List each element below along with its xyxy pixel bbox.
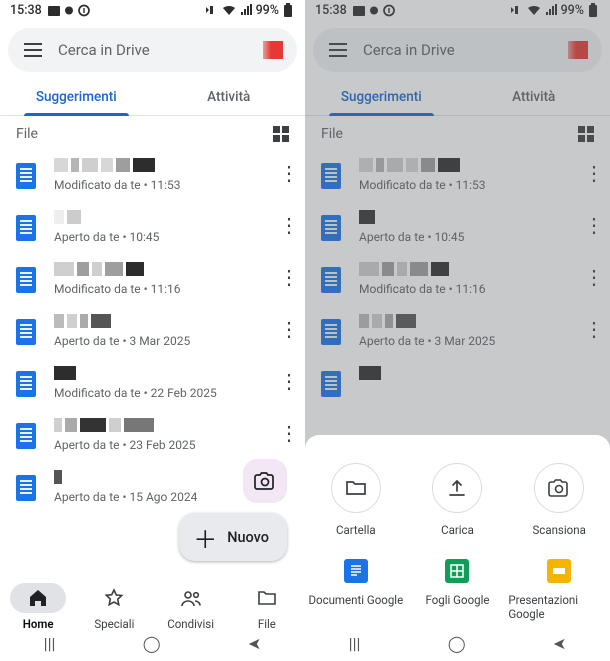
list-item[interactable]: Aperto da te • 23 Feb 2025 ⋮ [0,410,305,462]
gear-icon [63,4,75,17]
plus-icon: ＋ [193,520,217,555]
list-item[interactable]: Modificato da te • 11:16 ⋮ [0,254,305,306]
folder-icon [257,589,277,607]
screenshot-right: 15:38 99% Cerca in Drive Suggerimenti At… [305,0,610,661]
section-header: File [0,116,305,150]
android-nav: ||| ◯ ➤ [0,625,305,661]
new-label: Nuovo [227,529,269,546]
signal-icon [240,4,252,16]
view-grid-icon[interactable] [273,126,289,142]
new-button[interactable]: ＋ Nuovo [179,513,287,561]
sheets-icon [445,559,469,583]
docs-icon [16,319,36,345]
list-item[interactable]: Modificato da te • 22 Feb 2025 ⋮ [0,358,305,410]
sheet-upload[interactable]: Carica [407,463,509,537]
wifi-icon [222,4,236,16]
list-item[interactable]: Aperto da te • 10:45 ⋮ [0,202,305,254]
docs-icon [16,215,36,241]
file-title [54,366,275,380]
docs-icon [16,475,36,501]
camera-icon [548,478,570,498]
scan-fab[interactable] [243,459,287,503]
star-icon [104,588,124,608]
file-sub: Modificato da te • 11:16 [54,282,275,296]
search-bar[interactable]: Cerca in Drive [8,28,297,72]
more-icon[interactable]: ⋮ [275,314,303,339]
folder-icon [345,478,367,498]
profile-avatar[interactable] [263,41,283,59]
more-icon[interactable]: ⋮ [275,262,303,287]
docs-icon [16,163,36,189]
status-time: 15:38 [10,3,42,18]
android-nav: ||| ◯ ➤ [305,625,610,661]
list-item[interactable]: Modificato da te • 11:53 ⋮ [0,150,305,202]
tab-activity[interactable]: Attività [153,78,306,115]
battery-pct: 99% [256,3,279,18]
more-icon[interactable]: ⋮ [275,366,303,391]
file-title [54,314,275,328]
upload-icon [446,477,468,499]
battery-icon [283,3,293,17]
docs-icon [344,559,368,583]
file-sub: Modificato da te • 11:53 [54,178,275,192]
file-sub: Aperto da te • 3 Mar 2025 [54,334,275,348]
home-button[interactable]: ◯ [448,634,466,653]
slides-icon [547,559,571,583]
image-icon [48,4,60,17]
sheet-docs[interactable]: Documenti Google [305,559,407,621]
camera-icon [254,471,276,491]
status-icons-left [48,4,90,17]
list-item[interactable]: Aperto da te • 3 Mar 2025 ⋮ [0,306,305,358]
file-title [54,210,275,224]
home-button[interactable]: ◯ [143,634,161,653]
status-bar: 15:38 99% [0,0,305,20]
more-icon[interactable]: ⋮ [275,418,303,443]
sheet-slides[interactable]: Presentazioni Google [508,559,610,621]
sheet-scan[interactable]: Scansiona [508,463,610,537]
file-title [54,158,275,172]
file-sub: Modificato da te • 22 Feb 2025 [54,386,275,400]
file-sub: Aperto da te • 10:45 [54,230,275,244]
whatsapp-icon [78,4,90,17]
search-placeholder: Cerca in Drive [58,41,263,59]
people-icon [180,589,202,607]
tabs: Suggerimenti Attività [0,78,305,116]
home-icon [28,588,48,608]
back-button[interactable]: ➤ [248,634,261,653]
file-title [54,418,275,432]
sheet-sheets[interactable]: Fogli Google [407,559,509,621]
screenshot-left: 15:38 99% Cerca in Drive Suggerimenti At… [0,0,305,661]
back-button[interactable]: ➤ [553,634,566,653]
hamburger-icon[interactable] [24,43,42,57]
tab-suggestions[interactable]: Suggerimenti [0,78,153,115]
sheet-folder[interactable]: Cartella [305,463,407,537]
recents-button[interactable]: ||| [44,634,56,653]
recents-button[interactable]: ||| [349,634,361,653]
docs-icon [16,423,36,449]
docs-icon [16,267,36,293]
more-icon[interactable]: ⋮ [275,210,303,235]
docs-icon [16,371,36,397]
file-sub: Aperto da te • 23 Feb 2025 [54,438,275,452]
vibration-icon [205,4,218,16]
more-icon[interactable]: ⋮ [275,158,303,183]
file-title [54,262,275,276]
section-title[interactable]: File [16,126,38,142]
